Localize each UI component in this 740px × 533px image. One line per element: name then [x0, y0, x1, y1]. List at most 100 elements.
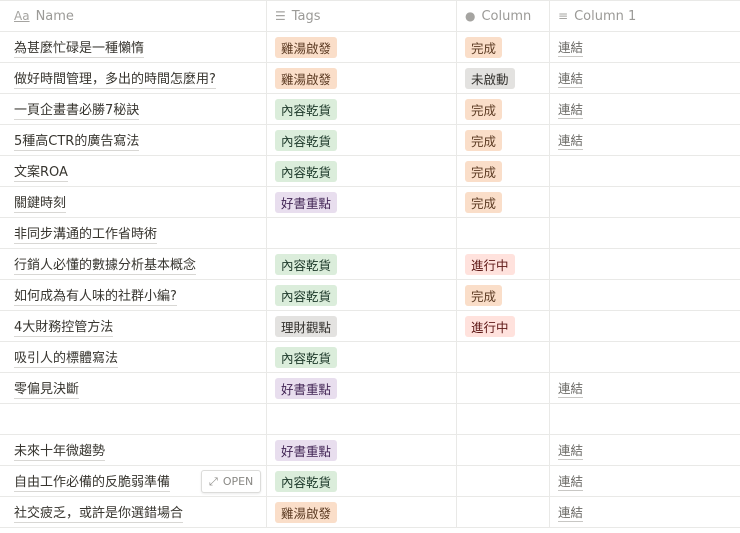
link-text[interactable]: 連結 — [558, 471, 584, 491]
column-cell[interactable] — [457, 497, 550, 527]
tags-cell[interactable]: 內容乾貨 — [267, 342, 457, 372]
table-row[interactable]: 零偏見決斷 好書重點 連結 — [0, 373, 740, 404]
tags-cell[interactable]: 內容乾貨 — [267, 466, 457, 496]
table-row[interactable]: 非同步溝通的工作省時術 — [0, 218, 740, 249]
row-title[interactable]: 如何成為有人味的社群小編? — [14, 285, 177, 306]
row-title[interactable]: 吸引人的標體寫法 — [14, 347, 119, 368]
column-1-cell[interactable]: 連結 — [550, 63, 740, 93]
column-cell[interactable] — [457, 373, 550, 403]
column-cell[interactable]: 進行中 — [457, 311, 550, 341]
column-cell[interactable] — [457, 435, 550, 465]
column-1-cell[interactable] — [550, 342, 740, 372]
table-row[interactable]: 做好時間管理，多出的時間怎麼用? 雞湯啟發 未啟動 連結 — [0, 63, 740, 94]
row-title[interactable]: 社交疲乏，或許是你選錯場合 — [14, 502, 184, 523]
column-cell[interactable]: 完成 — [457, 94, 550, 124]
row-title[interactable]: 行銷人必懂的數據分析基本概念 — [14, 254, 197, 275]
column-cell[interactable] — [457, 404, 550, 434]
column-1-cell[interactable] — [550, 404, 740, 434]
table-row[interactable]: 4大財務控管方法 理財觀點 進行中 — [0, 311, 740, 342]
row-title[interactable]: 自由工作必備的反脆弱準備 — [14, 471, 171, 492]
table-row[interactable]: 5種高CTR的廣告寫法 內容乾貨 完成 連結 — [0, 125, 740, 156]
column-cell[interactable]: 未啟動 — [457, 63, 550, 93]
column-cell[interactable]: 完成 — [457, 125, 550, 155]
column-cell[interactable] — [457, 342, 550, 372]
name-cell[interactable]: 一頁企畫書必勝7秘訣 — [0, 94, 267, 124]
row-title[interactable]: 4大財務控管方法 — [14, 316, 114, 337]
table-row[interactable]: 為甚麼忙碌是一種懶惰 雞湯啟發 完成 連結 — [0, 32, 740, 63]
name-cell[interactable]: 社交疲乏，或許是你選錯場合 — [0, 497, 267, 527]
column-cell[interactable]: 進行中 — [457, 249, 550, 279]
link-text[interactable]: 連結 — [558, 68, 584, 88]
link-text[interactable]: 連結 — [558, 502, 584, 522]
open-button[interactable]: ⤢ OPEN — [201, 470, 262, 493]
column-cell[interactable]: 完成 — [457, 280, 550, 310]
tags-cell[interactable]: 內容乾貨 — [267, 280, 457, 310]
row-title[interactable]: 5種高CTR的廣告寫法 — [14, 130, 140, 151]
row-title[interactable]: 非同步溝通的工作省時術 — [14, 223, 158, 244]
link-text[interactable]: 連結 — [558, 440, 584, 460]
column-1-cell[interactable]: 連結 — [550, 497, 740, 527]
table-row[interactable]: 關鍵時刻 好書重點 完成 — [0, 187, 740, 218]
column-1-cell[interactable]: 連結 — [550, 125, 740, 155]
header-tags[interactable]: ☰ Tags — [267, 1, 457, 31]
tags-cell[interactable]: 內容乾貨 — [267, 125, 457, 155]
link-text[interactable]: 連結 — [558, 99, 584, 119]
row-title[interactable]: 未來十年微趨勢 — [14, 440, 106, 461]
table-row[interactable] — [0, 404, 740, 435]
column-1-cell[interactable] — [550, 218, 740, 248]
tags-cell[interactable] — [267, 218, 457, 248]
table-row[interactable]: 自由工作必備的反脆弱準備 內容乾貨 連結 ⤢ OPEN — [0, 466, 740, 497]
link-text[interactable]: 連結 — [558, 378, 584, 398]
column-cell[interactable]: 完成 — [457, 156, 550, 186]
tags-cell[interactable]: 好書重點 — [267, 435, 457, 465]
name-cell[interactable]: 吸引人的標體寫法 — [0, 342, 267, 372]
tags-cell[interactable]: 好書重點 — [267, 187, 457, 217]
tags-cell[interactable]: 雞湯啟發 — [267, 63, 457, 93]
name-cell[interactable]: 4大財務控管方法 — [0, 311, 267, 341]
table-row[interactable]: 社交疲乏，或許是你選錯場合 雞湯啟發 連結 — [0, 497, 740, 528]
name-cell[interactable] — [0, 404, 267, 434]
table-row[interactable]: 吸引人的標體寫法 內容乾貨 — [0, 342, 740, 373]
name-cell[interactable]: 文案ROA — [0, 156, 267, 186]
column-1-cell[interactable] — [550, 280, 740, 310]
column-1-cell[interactable] — [550, 311, 740, 341]
column-1-cell[interactable]: 連結 — [550, 94, 740, 124]
column-cell[interactable] — [457, 466, 550, 496]
tags-cell[interactable]: 內容乾貨 — [267, 94, 457, 124]
link-text[interactable]: 連結 — [558, 130, 584, 150]
row-title[interactable]: 為甚麼忙碌是一種懶惰 — [14, 37, 145, 58]
row-title[interactable]: 零偏見決斷 — [14, 378, 80, 399]
row-title[interactable]: 文案ROA — [14, 161, 68, 182]
header-name[interactable]: Aa Name — [0, 1, 267, 31]
name-cell[interactable]: 如何成為有人味的社群小編? — [0, 280, 267, 310]
column-1-cell[interactable]: 連結 — [550, 466, 740, 496]
header-column[interactable]: ● Column — [457, 1, 550, 31]
table-row[interactable]: 如何成為有人味的社群小編? 內容乾貨 完成 — [0, 280, 740, 311]
tags-cell[interactable]: 雞湯啟發 — [267, 497, 457, 527]
name-cell[interactable]: 為甚麼忙碌是一種懶惰 — [0, 32, 267, 62]
column-1-cell[interactable] — [550, 187, 740, 217]
tags-cell[interactable]: 雞湯啟發 — [267, 32, 457, 62]
link-text[interactable]: 連結 — [558, 37, 584, 57]
row-title[interactable]: 一頁企畫書必勝7秘訣 — [14, 99, 140, 120]
column-cell[interactable]: 完成 — [457, 32, 550, 62]
column-cell[interactable] — [457, 218, 550, 248]
column-1-cell[interactable] — [550, 249, 740, 279]
table-row[interactable]: 文案ROA 內容乾貨 完成 — [0, 156, 740, 187]
tags-cell[interactable]: 理財觀點 — [267, 311, 457, 341]
column-cell[interactable]: 完成 — [457, 187, 550, 217]
name-cell[interactable]: 零偏見決斷 — [0, 373, 267, 403]
tags-cell[interactable] — [267, 404, 457, 434]
tags-cell[interactable]: 內容乾貨 — [267, 156, 457, 186]
column-1-cell[interactable]: 連結 — [550, 435, 740, 465]
tags-cell[interactable]: 好書重點 — [267, 373, 457, 403]
header-column-1[interactable]: ≡ Column 1 — [550, 1, 740, 31]
column-1-cell[interactable] — [550, 156, 740, 186]
tags-cell[interactable]: 內容乾貨 — [267, 249, 457, 279]
name-cell[interactable]: 做好時間管理，多出的時間怎麼用? — [0, 63, 267, 93]
table-row[interactable]: 未來十年微趨勢 好書重點 連結 — [0, 435, 740, 466]
row-title[interactable]: 做好時間管理，多出的時間怎麼用? — [14, 68, 216, 89]
name-cell[interactable]: 5種高CTR的廣告寫法 — [0, 125, 267, 155]
column-1-cell[interactable]: 連結 — [550, 373, 740, 403]
table-row[interactable]: 行銷人必懂的數據分析基本概念 內容乾貨 進行中 — [0, 249, 740, 280]
